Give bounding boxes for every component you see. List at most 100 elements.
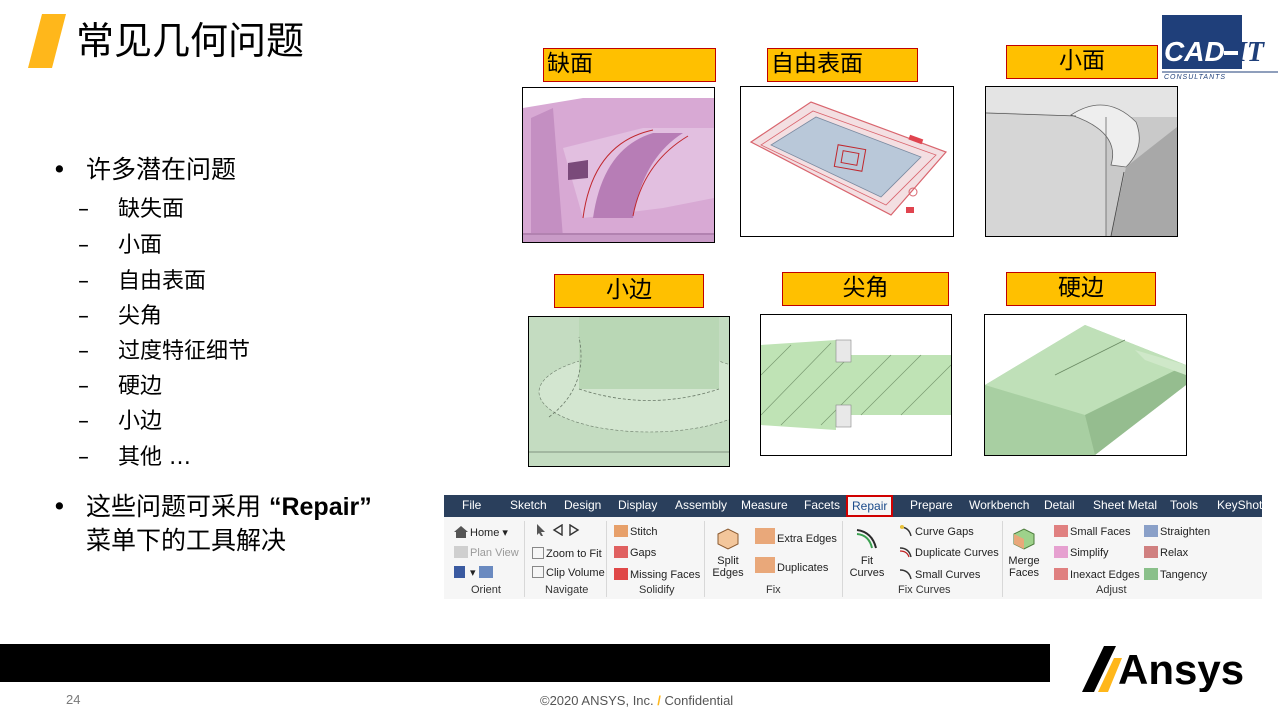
clip-volume-button[interactable]: Clip Volume <box>532 566 605 579</box>
sub-bullet-free-surface: – 自由表面 <box>78 269 207 294</box>
merge-faces-icon <box>1006 526 1042 553</box>
menu-measure[interactable]: Measure <box>741 498 788 512</box>
missing-faces-icon <box>614 568 628 580</box>
label-small-edge: 小边 <box>554 274 704 308</box>
sub-bullet-sharp-angle: – 尖角 <box>78 304 163 329</box>
next-icon <box>568 523 582 537</box>
extra-edges-button[interactable]: Extra Edges <box>755 528 837 545</box>
menu-file[interactable]: File <box>462 498 481 512</box>
tangency-icon <box>1144 568 1158 580</box>
fit-curves-button[interactable]: Fit Curves <box>848 526 886 579</box>
simplify-button[interactable]: Simplify <box>1054 546 1109 559</box>
menu-prepare[interactable]: Prepare <box>910 498 953 512</box>
duplicate-curves-button[interactable]: Duplicate Curves <box>899 546 999 559</box>
ribbon-separator <box>842 521 843 597</box>
curve-gaps-button[interactable]: Curve Gaps <box>899 525 974 538</box>
image-small-edge <box>528 316 730 467</box>
image-sharp-angle <box>760 314 952 456</box>
menu-assembly[interactable]: Assembly <box>675 498 727 512</box>
ribbon-separator <box>1002 521 1003 597</box>
inexact-edges-icon <box>1054 568 1068 580</box>
group-orient: Orient <box>471 584 501 596</box>
ribbon-menu-bar: File Sketch Design Display Assembly Meas… <box>444 495 1262 517</box>
cad-it-logo: CAD IT CONSULTANTS <box>1162 15 1278 81</box>
label-missing-face: 缺面 <box>543 48 716 82</box>
split-edges-icon <box>710 526 746 553</box>
cursor-icon <box>536 524 550 536</box>
sub-bullet-other: – 其他 … <box>78 445 191 470</box>
page-number: 24 <box>66 692 81 707</box>
image-small-face <box>985 86 1178 237</box>
menu-keyshot[interactable]: KeyShot <box>1217 498 1262 512</box>
extra-edges-icon <box>755 528 775 544</box>
menu-display[interactable]: Display <box>618 498 657 512</box>
svg-text:CONSULTANTS: CONSULTANTS <box>1164 74 1226 81</box>
footer-copyright: ©2020 ANSYS, Inc. / Confidential <box>540 693 734 708</box>
menu-facets[interactable]: Facets <box>804 498 840 512</box>
clip-volume-icon <box>532 566 544 578</box>
image-free-surface <box>740 86 954 237</box>
small-curves-icon <box>899 568 913 580</box>
menu-sketch[interactable]: Sketch <box>510 498 547 512</box>
sub-bullet-missing-face: – 缺失面 <box>78 197 185 222</box>
inexact-edges-button[interactable]: Inexact Edges <box>1054 568 1140 581</box>
select-arrow-buttons[interactable] <box>536 523 584 537</box>
svg-text:Ansys: Ansys <box>1118 646 1244 692</box>
orient-view-button[interactable]: ▾ <box>454 566 495 579</box>
previous-icon <box>552 523 566 537</box>
duplicates-icon <box>755 557 775 573</box>
gaps-icon <box>614 546 628 558</box>
label-free-surface: 自由表面 <box>767 48 918 82</box>
menu-workbench[interactable]: Workbench <box>969 498 1029 512</box>
group-solidify: Solidify <box>639 584 675 596</box>
zoom-to-fit-button[interactable]: Zoom to Fit <box>532 547 602 560</box>
home-button[interactable]: Home ▾ <box>454 526 508 539</box>
small-curves-button[interactable]: Small Curves <box>899 568 980 581</box>
group-adjust: Adjust <box>1096 584 1127 596</box>
menu-sheet-metal[interactable]: Sheet Metal <box>1093 498 1157 512</box>
label-small-face: 小面 <box>1006 45 1158 79</box>
tangency-button[interactable]: Tangency <box>1144 568 1207 581</box>
stitch-button[interactable]: Stitch <box>614 525 658 538</box>
label-sharp-angle: 尖角 <box>782 272 949 306</box>
straighten-button[interactable]: Straighten <box>1144 525 1210 538</box>
merge-faces-button[interactable]: Merge Faces <box>1006 526 1042 579</box>
missing-faces-button[interactable]: Missing Faces <box>614 568 700 581</box>
menu-tools[interactable]: Tools <box>1170 498 1198 512</box>
ansys-logo: Ansys <box>1082 646 1244 692</box>
sub-bullet-small-edge: – 小边 <box>78 409 163 434</box>
ribbon-separator <box>524 521 525 597</box>
home-icon <box>454 526 468 538</box>
relax-icon <box>1144 546 1158 558</box>
svg-text:IT: IT <box>1235 37 1266 68</box>
label-hard-edge: 硬边 <box>1006 272 1156 306</box>
gaps-button[interactable]: Gaps <box>614 546 656 559</box>
small-faces-button[interactable]: Small Faces <box>1054 525 1131 538</box>
svg-text:CAD: CAD <box>1164 36 1225 67</box>
cube-icon <box>454 566 465 578</box>
plan-view-button[interactable]: Plan View <box>454 546 519 559</box>
ribbon-separator <box>704 521 705 597</box>
view-options-icon <box>478 566 493 578</box>
menu-design[interactable]: Design <box>564 498 601 512</box>
fit-curves-icon <box>848 526 886 553</box>
zoom-to-fit-icon <box>532 547 544 559</box>
group-fix-curves: Fix Curves <box>898 584 951 596</box>
stitch-icon <box>614 525 628 537</box>
curve-gaps-icon <box>899 525 913 537</box>
bullet-main-2: • 这些问题可采用 “Repair” 菜单下的工具解决 <box>52 492 372 555</box>
slide-title: 常见几何问题 <box>76 19 305 63</box>
straighten-icon <box>1144 525 1158 537</box>
relax-button[interactable]: Relax <box>1144 546 1188 559</box>
menu-detail[interactable]: Detail <box>1044 498 1075 512</box>
sub-bullet-hard-edge: – 硬边 <box>78 374 163 399</box>
split-edges-button[interactable]: Split Edges <box>710 526 746 579</box>
simplify-icon <box>1054 546 1068 558</box>
duplicates-button[interactable]: Duplicates <box>755 557 828 574</box>
repair-ribbon: File Sketch Design Display Assembly Meas… <box>444 495 1262 599</box>
group-navigate: Navigate <box>545 584 589 596</box>
image-missing-face <box>522 87 715 243</box>
ribbon-separator <box>606 521 607 597</box>
bullet-main-1: • 许多潜在问题 <box>52 155 237 184</box>
menu-repair[interactable]: Repair <box>846 495 894 517</box>
